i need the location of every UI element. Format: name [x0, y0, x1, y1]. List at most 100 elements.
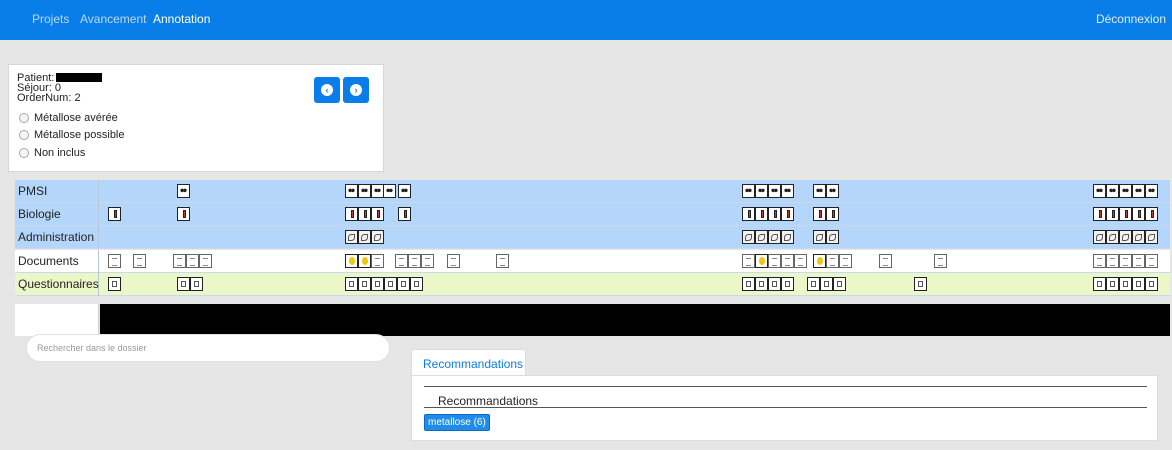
pmsi-event-icon[interactable]	[781, 184, 794, 198]
nav-projets[interactable]: Projets	[32, 12, 69, 26]
bio-event-icon[interactable]	[755, 207, 768, 221]
nav-avancement[interactable]: Avancement	[80, 12, 147, 26]
quest-event-icon[interactable]	[371, 277, 384, 291]
admin-event-icon[interactable]	[781, 230, 794, 244]
quest-event-icon[interactable]	[177, 277, 190, 291]
document-alert-event-icon[interactable]	[755, 254, 768, 268]
nav-annotation[interactable]: Annotation	[153, 12, 210, 26]
admin-event-icon[interactable]	[345, 230, 358, 244]
pmsi-event-icon[interactable]	[358, 184, 371, 198]
admin-event-icon[interactable]	[358, 230, 371, 244]
quest-event-icon[interactable]	[755, 277, 768, 291]
quest-event-icon[interactable]	[1119, 277, 1132, 291]
bio-event-icon[interactable]	[781, 207, 794, 221]
radio-icon[interactable]	[19, 148, 29, 159]
pmsi-event-icon[interactable]	[1145, 184, 1158, 198]
doc-event-icon[interactable]	[1093, 254, 1106, 268]
bio-event-icon[interactable]	[813, 207, 826, 221]
pmsi-event-icon[interactable]	[1093, 184, 1106, 198]
quest-event-icon[interactable]	[781, 277, 794, 291]
quest-event-icon[interactable]	[833, 277, 846, 291]
doc-event-icon[interactable]	[108, 254, 121, 268]
pmsi-event-icon[interactable]	[1106, 184, 1119, 198]
bio-event-icon[interactable]	[345, 207, 358, 221]
admin-event-icon[interactable]	[742, 230, 755, 244]
document-alert-event-icon[interactable]	[345, 254, 358, 268]
doc-event-icon[interactable]	[395, 254, 408, 268]
quest-event-icon[interactable]	[768, 277, 781, 291]
option-metallose-averee[interactable]: Métallose avérée	[19, 112, 118, 124]
quest-event-icon[interactable]	[1145, 277, 1158, 291]
pmsi-event-icon[interactable]	[398, 184, 411, 198]
admin-event-icon[interactable]	[1145, 230, 1158, 244]
quest-event-icon[interactable]	[820, 277, 833, 291]
doc-event-icon[interactable]	[742, 254, 755, 268]
quest-event-icon[interactable]	[807, 277, 820, 291]
doc-event-icon[interactable]	[1145, 254, 1158, 268]
doc-event-icon[interactable]	[794, 254, 807, 268]
admin-event-icon[interactable]	[768, 230, 781, 244]
option-non-inclus[interactable]: Non inclus	[19, 147, 85, 159]
admin-event-icon[interactable]	[826, 230, 839, 244]
bio-event-icon[interactable]	[1106, 207, 1119, 221]
doc-event-icon[interactable]	[934, 254, 947, 268]
pmsi-event-icon[interactable]	[826, 184, 839, 198]
doc-event-icon[interactable]	[447, 254, 460, 268]
admin-event-icon[interactable]	[755, 230, 768, 244]
doc-event-icon[interactable]	[1132, 254, 1145, 268]
quest-event-icon[interactable]	[1106, 277, 1119, 291]
admin-event-icon[interactable]	[1132, 230, 1145, 244]
doc-event-icon[interactable]	[421, 254, 434, 268]
search-input[interactable]	[26, 334, 390, 362]
pmsi-event-icon[interactable]	[813, 184, 826, 198]
radio-icon[interactable]	[19, 113, 29, 124]
doc-event-icon[interactable]	[1106, 254, 1119, 268]
doc-event-icon[interactable]	[371, 254, 384, 268]
doc-event-icon[interactable]	[186, 254, 199, 268]
pmsi-event-icon[interactable]	[383, 184, 396, 198]
doc-event-icon[interactable]	[781, 254, 794, 268]
tab-recommandations[interactable]: Recommandations	[411, 349, 526, 376]
doc-event-icon[interactable]	[839, 254, 852, 268]
admin-event-icon[interactable]	[1106, 230, 1119, 244]
quest-event-icon[interactable]	[397, 277, 410, 291]
bio-event-icon[interactable]	[768, 207, 781, 221]
pmsi-event-icon[interactable]	[755, 184, 768, 198]
bio-event-icon[interactable]	[1145, 207, 1158, 221]
doc-event-icon[interactable]	[826, 254, 839, 268]
doc-event-icon[interactable]	[199, 254, 212, 268]
bio-event-icon[interactable]	[398, 207, 411, 221]
document-alert-event-icon[interactable]	[813, 254, 826, 268]
timeline-scrubber[interactable]	[100, 304, 1170, 336]
pmsi-event-icon[interactable]	[1132, 184, 1145, 198]
admin-event-icon[interactable]	[813, 230, 826, 244]
pmsi-event-icon[interactable]	[345, 184, 358, 198]
recommendation-badge[interactable]: metallose (6)	[424, 414, 490, 431]
admin-event-icon[interactable]	[1119, 230, 1132, 244]
bio-event-icon[interactable]	[742, 207, 755, 221]
doc-event-icon[interactable]	[133, 254, 146, 268]
bio-event-icon[interactable]	[1132, 207, 1145, 221]
quest-event-icon[interactable]	[914, 277, 927, 291]
bio-event-icon[interactable]	[108, 207, 121, 221]
logout-link[interactable]: Déconnexion	[1096, 12, 1166, 26]
quest-event-icon[interactable]	[410, 277, 423, 291]
quest-event-icon[interactable]	[190, 277, 203, 291]
pmsi-event-icon[interactable]	[1119, 184, 1132, 198]
admin-event-icon[interactable]	[1093, 230, 1106, 244]
doc-event-icon[interactable]	[1119, 254, 1132, 268]
bio-event-icon[interactable]	[358, 207, 371, 221]
bio-event-icon[interactable]	[1119, 207, 1132, 221]
quest-event-icon[interactable]	[742, 277, 755, 291]
quest-event-icon[interactable]	[1132, 277, 1145, 291]
bio-event-icon[interactable]	[371, 207, 384, 221]
prev-button[interactable]: ‹	[314, 77, 340, 103]
doc-event-icon[interactable]	[496, 254, 509, 268]
doc-event-icon[interactable]	[768, 254, 781, 268]
pmsi-event-icon[interactable]	[742, 184, 755, 198]
bio-event-icon[interactable]	[826, 207, 839, 221]
option-metallose-possible[interactable]: Métallose possible	[19, 129, 125, 141]
document-alert-event-icon[interactable]	[358, 254, 371, 268]
quest-event-icon[interactable]	[358, 277, 371, 291]
radio-icon[interactable]	[19, 130, 29, 141]
